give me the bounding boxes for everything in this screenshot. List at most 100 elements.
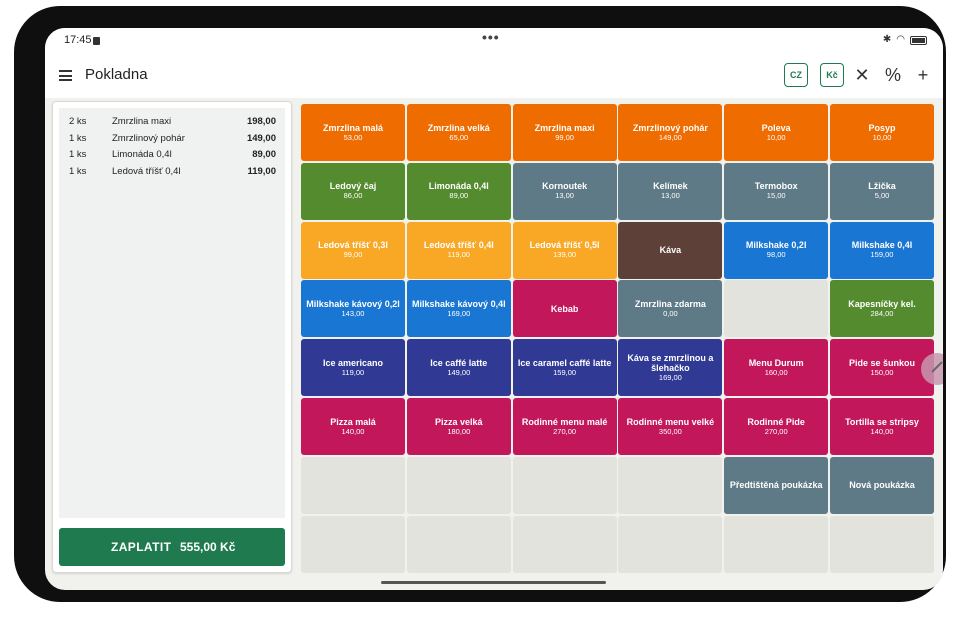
product-name: Posyp [868,122,896,133]
product-tile[interactable]: Kebab [512,280,617,338]
order-item[interactable]: 1 ks Ledová tříšť 0,4l 119,00 [59,164,285,180]
product-price: 284,00 [870,308,894,318]
status-time: 17:45 [64,34,92,46]
product-tile[interactable]: Zmrzlina malá 53,00 [301,104,405,161]
product-name: Kebab [550,303,579,314]
order-item-name: Ledová tříšť 0,4l [112,165,181,177]
product-tile[interactable]: Zmrzlinový pohár 149,00 [618,104,723,161]
product-tile[interactable]: Ice caffé latte 149,00 [406,339,511,397]
product-price: 270,00 [764,426,788,436]
product-tile[interactable]: Lžička 5,00 [830,162,934,220]
product-tile[interactable]: Rodinné Pide 270,00 [724,398,829,455]
product-name: Milkshake 0,2l [745,240,807,251]
product-tile[interactable]: Pide se šunkou 150,00 [830,339,934,397]
product-tile[interactable]: Kapesníčky kel. 284,00 [830,280,934,338]
product-name: Ice caramel caffé latte [517,357,612,368]
product-tile[interactable]: Milkshake 0,4l 159,00 [830,221,934,279]
empty-tile [512,515,617,573]
product-name: Menu Durum [748,357,804,368]
close-icon[interactable]: ✕ [852,65,872,85]
status-icons: ✱ ◠ [883,34,927,46]
product-tile[interactable]: Ledová tříšť 0,5l 139,00 [512,221,617,279]
pay-button[interactable]: ZAPLATIT 555,00 Kč [59,528,285,566]
product-price: 169,00 [447,308,471,318]
product-price: 119,00 [447,250,470,260]
product-tile[interactable]: Menu Durum 160,00 [724,339,829,397]
product-name: Termobox [754,181,798,192]
product-tile[interactable]: Ledový čaj 86,00 [301,162,405,220]
product-tile[interactable]: Milkshake 0,2l 98,00 [724,221,829,279]
product-tile[interactable]: Tortilla se stripsy 140,00 [830,398,934,455]
product-name: Ice americano [322,357,384,368]
product-price: 0,00 [663,308,678,318]
more-dots-icon[interactable]: ••• [482,29,500,45]
product-tile[interactable]: Posyp 10,00 [830,104,934,161]
menu-icon[interactable] [59,70,72,81]
product-name: Káva se zmrzlinou a šlehačko [627,352,714,373]
product-price: 10,00 [766,132,786,142]
product-name: Poleva [761,122,791,133]
order-item-qty: 1 ks [69,149,87,160]
order-list: 2 ks Zmrzlina maxi 198,00 1 ks Zmrzlinov… [59,108,285,518]
empty-tile [830,515,934,573]
product-tile[interactable]: Zmrzlina zdarma 0,00 [618,280,723,338]
product-tile[interactable]: Kornoutek 13,00 [512,162,617,220]
currency-button[interactable]: Kč [820,63,844,87]
product-price: 140,00 [341,426,365,436]
product-tile[interactable]: Limonáda 0,4l 89,00 [406,162,511,220]
product-price: 143,00 [341,308,365,318]
product-tile[interactable]: Ice caramel caffé latte 159,00 [512,339,617,397]
empty-tile [512,456,617,514]
product-name: Pide se šunkou [848,357,916,368]
product-tile[interactable]: Termobox 15,00 [724,162,829,220]
product-name: Zmrzlina velká [427,122,490,133]
product-tile[interactable]: Rodinné menu velké 350,00 [618,398,723,455]
product-tile[interactable]: Nová poukázka [830,456,934,514]
product-tile[interactable]: Káva [618,221,723,279]
product-price: 15,00 [766,191,786,201]
empty-tile [406,456,511,514]
product-tile[interactable]: Milkshake kávový 0,4l 169,00 [406,280,511,338]
empty-tile [301,456,405,514]
language-button[interactable]: CZ [784,63,808,87]
product-name: Kornoutek [542,181,588,192]
pay-total: 555,00 Kč [180,540,236,554]
empty-tile [618,456,723,514]
empty-tile [724,515,829,573]
product-price: 10,00 [872,132,892,142]
product-tile[interactable]: Kelímek 13,00 [618,162,723,220]
product-price: 119,00 [341,367,365,377]
product-price: 149,00 [447,367,471,377]
product-name: Kelímek [653,181,688,192]
product-tile[interactable]: Pizza malá 140,00 [301,398,405,455]
order-item[interactable]: 1 ks Zmrzlinový pohár 149,00 [59,131,285,147]
order-item-qty: 1 ks [69,132,87,144]
product-tile[interactable]: Zmrzlina maxi 99,00 [512,104,617,161]
product-tile[interactable]: Ice americano 119,00 [301,339,405,397]
product-name: Zmrzlina malá [322,122,384,133]
product-price: 160,00 [764,367,788,377]
product-tile[interactable]: Předtištěná poukázka [724,456,829,514]
product-name: Předtištěná poukázka [729,480,823,491]
order-item[interactable]: 2 ks Zmrzlina maxi 198,00 [59,114,285,130]
product-tile[interactable]: Ledová tříšť 0,4l 119,00 [406,221,511,279]
product-price: 150,00 [870,367,894,377]
app-bar: Pokladna CZ Kč ✕ % + [45,54,943,98]
product-tile[interactable]: Káva se zmrzlinou a šlehačko 169,00 [618,339,723,397]
home-indicator[interactable] [381,581,606,584]
discount-icon[interactable]: % [883,65,903,85]
product-tile[interactable]: Ledová tříšť 0,3l 99,00 [301,221,405,279]
product-tile[interactable]: Rodinné menu malé 270,00 [512,398,617,455]
product-tile[interactable]: Zmrzlina velká 65,00 [406,104,511,161]
product-name: Zmrzlina zdarma [634,298,706,309]
product-tile[interactable]: Milkshake kávový 0,2l 143,00 [301,280,405,338]
add-icon[interactable]: + [913,65,933,85]
order-item-qty: 2 ks [69,116,87,127]
order-item[interactable]: 1 ks Limonáda 0,4l 89,00 [59,147,285,163]
product-tile[interactable]: Pizza velká 180,00 [406,398,511,455]
product-price: 149,00 [658,132,682,142]
pay-button-label: ZAPLATIT [111,540,172,554]
product-tile[interactable]: Poleva 10,00 [724,104,829,161]
product-name: Ledová tříšť 0,5l [529,240,600,251]
product-price: 53,00 [343,132,363,142]
